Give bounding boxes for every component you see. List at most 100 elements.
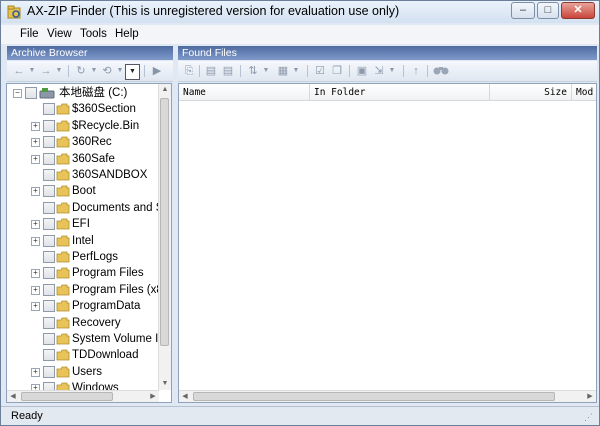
tree-row[interactable]: + Intel — [7, 233, 159, 249]
scroll-right-arrow-icon[interactable]: ▶ — [584, 391, 596, 402]
tree-checkbox[interactable] — [43, 234, 55, 247]
tree-row[interactable]: + Boot — [7, 183, 159, 199]
grid-hscroll-thumb[interactable] — [193, 392, 555, 401]
scroll-up-arrow-icon[interactable]: ▲ — [159, 84, 171, 96]
column-in-folder[interactable]: In Folder — [310, 84, 490, 101]
tree-row[interactable]: PerfLogs — [7, 249, 159, 265]
grid-horizontal-scrollbar[interactable]: ◀ ▶ — [179, 390, 596, 402]
tree-checkbox[interactable] — [25, 87, 37, 99]
extract-icon[interactable]: ⇲ — [372, 64, 386, 78]
menu-view[interactable]: View — [47, 28, 72, 40]
tree-row[interactable]: + Program Files — [7, 265, 159, 281]
menu-tools[interactable]: Tools — [80, 28, 107, 40]
expand-icon[interactable]: + — [31, 285, 40, 295]
tree-checkbox[interactable] — [43, 218, 55, 231]
scroll-left-arrow-icon[interactable]: ◀ — [7, 391, 19, 402]
tree-row[interactable]: + EFI — [7, 216, 159, 232]
up-arrow-icon[interactable]: ↑ — [409, 64, 423, 78]
forward-arrow-icon[interactable]: → — [39, 64, 53, 78]
dropdown-arrow-icon[interactable]: ▼ — [87, 64, 101, 78]
column-modified[interactable]: Mod — [572, 84, 596, 101]
sort-icon[interactable]: ⇅ — [246, 64, 260, 78]
scroll-down-arrow-icon[interactable]: ▼ — [159, 378, 171, 390]
collapse-icon[interactable]: − — [13, 89, 22, 98]
folder-icon — [56, 169, 70, 181]
folder-icon — [56, 267, 70, 279]
resize-grip-icon[interactable]: ⋰ — [584, 412, 593, 423]
tree-checkbox[interactable] — [43, 201, 55, 214]
copy-icon[interactable]: ❐ — [330, 64, 344, 78]
tree-row[interactable]: + ProgramData — [7, 298, 159, 314]
tree-checkbox[interactable] — [43, 267, 55, 280]
save-icon[interactable]: ▣ — [355, 64, 369, 78]
expand-icon[interactable]: + — [31, 138, 40, 148]
tree-row[interactable]: Documents and Settings — [7, 200, 171, 216]
back-arrow-icon[interactable]: ← — [12, 64, 26, 78]
expand-icon[interactable]: + — [31, 367, 40, 377]
tree-checkbox[interactable] — [43, 169, 55, 181]
dropdown-arrow-icon[interactable]: ▼ — [52, 64, 66, 78]
tree-row[interactable]: Recovery — [7, 315, 159, 331]
scroll-left-arrow-icon[interactable]: ◀ — [179, 391, 191, 402]
dropdown-arrow-icon[interactable]: ▼ — [259, 64, 273, 78]
maximize-button[interactable]: □ — [537, 2, 559, 19]
dropdown-arrow-icon[interactable]: ▼ — [125, 64, 140, 80]
tree-checkbox[interactable] — [43, 283, 55, 296]
tree-scroll-thumb[interactable] — [160, 98, 169, 346]
column-name[interactable]: Name — [179, 84, 310, 101]
tree-checkbox[interactable] — [43, 185, 55, 198]
minimize-button[interactable]: – — [511, 2, 535, 19]
history-icon[interactable]: ⟲ — [100, 64, 114, 78]
print-preview-icon[interactable]: ▤ — [221, 64, 235, 78]
play-icon[interactable]: ▶ — [150, 64, 164, 78]
dropdown-arrow-icon[interactable]: ▼ — [25, 64, 39, 78]
print-icon[interactable]: ▤ — [204, 64, 218, 78]
tree-checkbox[interactable] — [43, 136, 55, 149]
tree-root-label: 本地磁盘 (C:) — [59, 87, 128, 99]
tree-row[interactable]: + Program Files (x86) — [7, 282, 171, 298]
tree-checkbox[interactable] — [43, 300, 55, 313]
close-button[interactable]: ✕ — [561, 2, 595, 19]
tree-checkbox[interactable] — [43, 152, 55, 165]
menu-help[interactable]: Help — [115, 28, 139, 40]
tree-horizontal-scrollbar[interactable]: ◀ ▶ — [7, 390, 159, 402]
tree-item-label: Program Files (x86) — [72, 283, 172, 296]
tree-row[interactable]: + Users — [7, 364, 159, 380]
expand-icon[interactable]: + — [31, 302, 40, 312]
tree-checkbox[interactable] — [43, 316, 55, 329]
tree-checkbox[interactable] — [43, 251, 55, 263]
tree-row[interactable]: +360Safe — [7, 151, 159, 167]
dropdown-arrow-icon[interactable]: ▼ — [385, 64, 399, 78]
tree-checkbox[interactable] — [43, 103, 55, 116]
open-file-icon[interactable]: ⎘ — [182, 64, 196, 78]
tree-checkbox[interactable] — [43, 349, 55, 362]
properties-icon[interactable]: ▦ — [276, 64, 290, 78]
tree-checkbox[interactable] — [43, 333, 55, 345]
expand-icon[interactable]: + — [31, 269, 40, 279]
scroll-right-arrow-icon[interactable]: ▶ — [147, 391, 159, 402]
tree-row[interactable]: +360Rec — [7, 134, 159, 150]
tree-item-label: 360Rec — [72, 136, 112, 149]
tree-row[interactable]: TDDownload — [7, 347, 159, 363]
dropdown-arrow-icon[interactable]: ▼ — [289, 64, 303, 78]
tree-row[interactable]: $360Section — [7, 101, 159, 117]
tree-checkbox[interactable] — [43, 365, 55, 378]
binoculars-icon[interactable] — [432, 64, 450, 78]
expand-icon[interactable]: + — [31, 187, 40, 197]
select-all-icon[interactable]: ☑ — [313, 64, 327, 78]
expand-icon[interactable]: + — [31, 121, 40, 131]
expand-icon[interactable]: + — [31, 236, 40, 246]
refresh-icon[interactable]: ↻ — [74, 64, 88, 78]
menu-file[interactable]: File — [20, 28, 39, 40]
expand-icon[interactable]: + — [31, 220, 40, 230]
column-size[interactable]: Size — [490, 84, 572, 101]
tree-row[interactable]: 360SANDBOX — [7, 167, 159, 183]
tree-checkbox[interactable] — [43, 119, 55, 132]
tree-vertical-scrollbar[interactable]: ▲ ▼ — [158, 84, 171, 390]
tree-row[interactable]: + $Recycle.Bin — [7, 118, 159, 134]
found-files-grid: Name In Folder Size Mod ◀ ▶ — [178, 83, 597, 403]
tree-row-root[interactable]: − 本地磁盘 (C:) — [7, 85, 159, 101]
tree-row[interactable]: System Volume Information — [7, 331, 171, 347]
expand-icon[interactable]: + — [31, 154, 40, 164]
tree-hscroll-thumb[interactable] — [21, 392, 113, 401]
